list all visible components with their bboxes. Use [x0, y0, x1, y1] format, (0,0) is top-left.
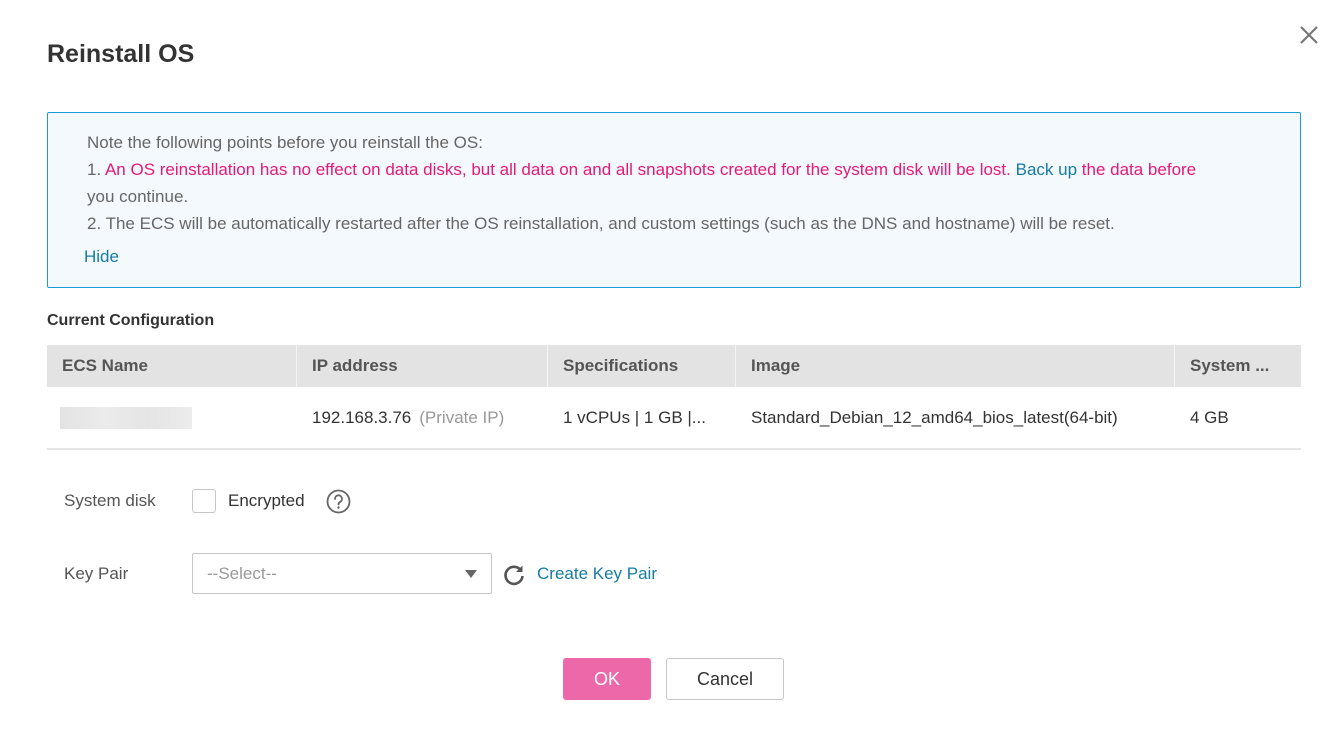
backup-link[interactable]: Back up — [1016, 160, 1077, 179]
cell-ip-address: 192.168.3.76 (Private IP) — [297, 387, 548, 448]
configuration-table: ECS Name IP address Specifications Image… — [47, 345, 1301, 450]
refresh-icon[interactable] — [502, 563, 526, 587]
notice-point-1-suffix: the data before — [1077, 160, 1197, 179]
notice-point-1: 1. An OS reinstallation has no effect on… — [87, 160, 1196, 180]
redacted-ecs-name — [60, 407, 192, 429]
cell-image: Standard_Debian_12_amd64_bios_latest(64-… — [751, 408, 1118, 427]
notice-intro: Note the following points before you rei… — [87, 133, 483, 152]
table-header: ECS Name IP address Specifications Image… — [47, 345, 1301, 387]
cell-system-disk: 4 GB — [1190, 408, 1229, 427]
encrypted-checkbox[interactable] — [192, 489, 216, 513]
table-row: 192.168.3.76 (Private IP) 1 vCPUs | 1 GB … — [47, 387, 1301, 450]
column-header-ip-address: IP address — [297, 345, 548, 387]
key-pair-select[interactable]: --Select-- — [192, 553, 492, 594]
create-key-pair-link[interactable]: Create Key Pair — [537, 564, 657, 584]
close-icon[interactable] — [1298, 24, 1320, 46]
current-configuration-label: Current Configuration — [47, 312, 215, 329]
notice-point-2: 2. The ECS will be automatically restart… — [87, 214, 1115, 233]
ip-type: (Private IP) — [419, 408, 505, 427]
reinstall-os-dialog: Reinstall OS Note the following points b… — [0, 0, 1343, 740]
ok-button[interactable]: OK — [563, 658, 651, 700]
key-pair-placeholder: --Select-- — [207, 564, 277, 583]
column-header-image: Image — [736, 345, 1175, 387]
notice-point-1-continued: you continue. — [87, 187, 189, 206]
caret-down-icon — [465, 570, 477, 578]
key-pair-label: Key Pair — [64, 564, 129, 583]
notice-box: Note the following points before you rei… — [47, 112, 1301, 288]
hide-link[interactable]: Hide — [84, 247, 119, 267]
cell-specifications: 1 vCPUs | 1 GB |... — [563, 408, 706, 427]
column-header-system-disk: System ... — [1190, 356, 1270, 375]
notice-point-1-number: 1. — [87, 160, 105, 179]
system-disk-label: System disk — [64, 491, 156, 510]
dialog-title: Reinstall OS — [47, 40, 195, 68]
cell-ecs-name — [47, 387, 297, 448]
column-header-specifications: Specifications — [548, 345, 736, 387]
ip-value: 192.168.3.76 — [312, 408, 412, 427]
cancel-button[interactable]: Cancel — [666, 658, 784, 700]
encrypted-label[interactable]: Encrypted — [228, 491, 305, 511]
column-header-ecs-name: ECS Name — [47, 345, 297, 387]
question-circle-icon[interactable] — [326, 489, 351, 514]
notice-point-1-warning: An OS reinstallation has no effect on da… — [104, 160, 1016, 179]
